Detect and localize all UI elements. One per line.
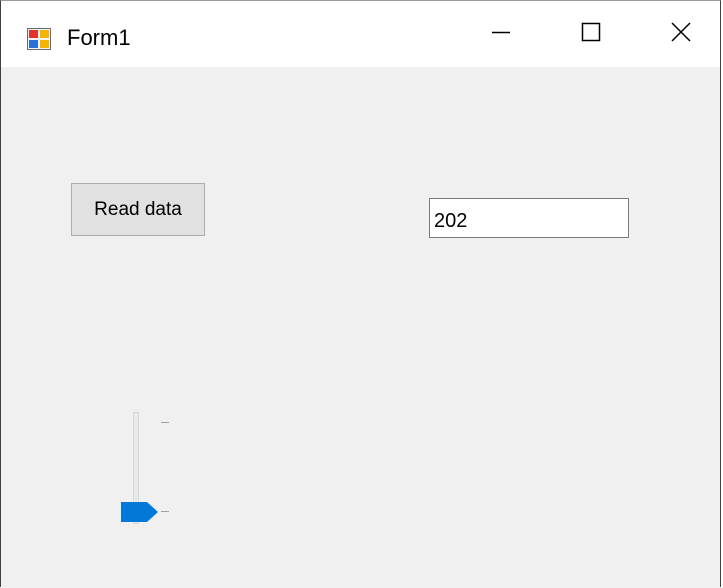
value-textbox[interactable]	[429, 198, 629, 238]
form1-window: Form1 Read data	[0, 0, 721, 588]
trackbar-tick-top	[161, 422, 169, 423]
maximize-button[interactable]	[546, 1, 636, 67]
close-button[interactable]	[636, 1, 723, 67]
close-icon	[670, 21, 692, 48]
window-title: Form1	[67, 25, 131, 50]
vertical-trackbar[interactable]	[111, 407, 181, 537]
minimize-button[interactable]	[456, 1, 546, 67]
title-bar[interactable]: Form1	[1, 1, 720, 67]
read-data-button[interactable]: Read data	[71, 183, 205, 236]
maximize-icon	[580, 21, 602, 48]
trackbar-thumb[interactable]	[120, 501, 160, 523]
app-icon	[27, 28, 51, 50]
trackbar-tick-bottom	[161, 511, 169, 512]
minimize-icon	[490, 21, 512, 48]
form-client-area: Read data	[1, 67, 720, 588]
